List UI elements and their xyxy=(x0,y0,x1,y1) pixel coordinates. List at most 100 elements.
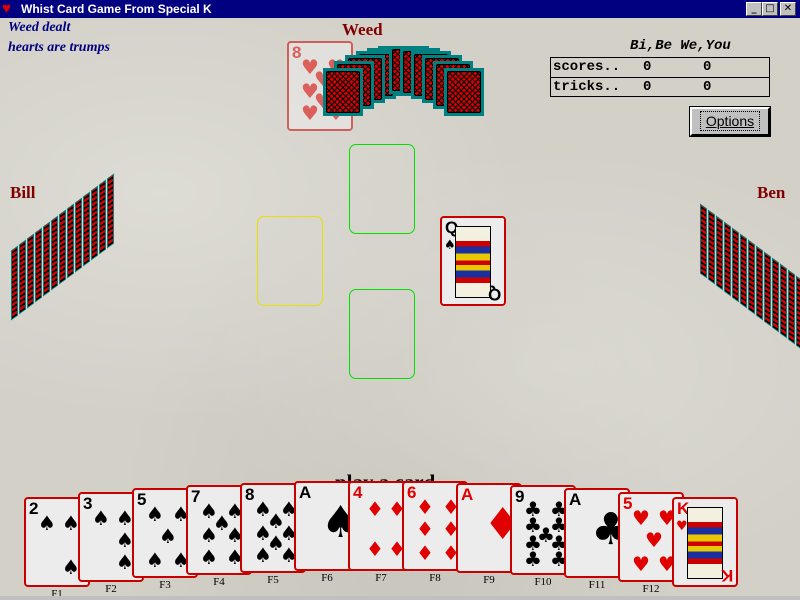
scores-row: scores.. 0 0 xyxy=(551,58,769,77)
scores-them: 0 xyxy=(643,59,652,75)
card-back xyxy=(83,191,90,267)
card-pips: ♠ ♠ ♠ ♠ ♠ xyxy=(144,498,190,570)
suit-icon: ♦ xyxy=(416,517,434,541)
card-pips: ♥ ♥ ♥ ♥ ♥ xyxy=(630,502,676,574)
maximize-button[interactable]: □ xyxy=(762,2,778,16)
suit-icon: ♠ xyxy=(146,548,164,572)
card-back xyxy=(51,215,58,291)
card-back-pattern xyxy=(447,71,481,113)
card-back-pattern xyxy=(717,217,722,289)
function-key-label: F8 xyxy=(429,572,441,584)
card-pips: ♦ ♦ ♦ ♦ xyxy=(360,491,406,563)
card-pips: ♦ xyxy=(468,493,520,565)
card-back xyxy=(788,269,795,345)
scores-us: 0 xyxy=(703,59,712,75)
card-back xyxy=(91,185,98,261)
card-back xyxy=(772,257,779,333)
function-key-label: F2 xyxy=(105,583,117,595)
card-back-pattern xyxy=(76,199,81,271)
face-card-art xyxy=(687,507,723,579)
card-back xyxy=(740,233,747,309)
card-back-pattern xyxy=(84,193,89,265)
card-back-pattern xyxy=(92,187,97,259)
card-back xyxy=(75,197,82,273)
card-back-pattern xyxy=(36,229,41,301)
tricks-row: tricks.. 0 0 xyxy=(551,77,769,97)
card-back-pattern xyxy=(781,265,786,337)
card-back-pattern xyxy=(741,235,746,307)
card-back xyxy=(11,245,18,321)
hand-card[interactable]: K ♥ K xyxy=(672,497,738,587)
trick-slot-south[interactable] xyxy=(349,289,415,379)
suit-icon: ♣ xyxy=(524,547,542,571)
heart-icon[interactable]: ♥ xyxy=(2,0,11,17)
card-back-pattern xyxy=(60,211,65,283)
suit-icon: ♥ xyxy=(676,519,688,534)
suit-icon: ♥ xyxy=(632,552,650,576)
card-back xyxy=(43,221,50,297)
card-back xyxy=(27,233,34,309)
card-back-pattern xyxy=(733,229,738,301)
trumps-status: hearts are trumps xyxy=(8,40,110,55)
card-pips: ♠ ♠ ♠ xyxy=(36,507,82,579)
suit-icon: ♠ xyxy=(38,511,56,535)
card-back xyxy=(67,203,74,279)
player-name-east: Ben xyxy=(757,183,786,202)
suit-icon: ♥ xyxy=(632,506,650,530)
suit-icon: ♠ xyxy=(200,545,218,569)
card-back xyxy=(700,203,707,279)
card-back-pattern xyxy=(789,271,794,343)
suit-icon: ♦ xyxy=(416,495,434,519)
player-name-west: Bill xyxy=(10,183,36,202)
suit-icon: ♠ xyxy=(444,238,456,253)
minimize-button[interactable]: _ xyxy=(746,2,762,16)
suit-icon: ♥ xyxy=(645,528,663,552)
function-key-label: F12 xyxy=(642,583,660,595)
function-key-label: F4 xyxy=(213,576,225,588)
team-header: Bi,Be We,You xyxy=(630,38,731,54)
dealer-status: Weed dealt xyxy=(8,20,71,35)
card-back-pattern xyxy=(326,71,360,113)
card-pips: ♣ xyxy=(576,498,628,570)
function-key-label: F10 xyxy=(534,576,552,588)
window-bottom-edge xyxy=(0,596,800,600)
suit-icon: ♠ xyxy=(92,506,110,530)
card-back-pattern xyxy=(765,253,770,325)
title-bar: ♥ Whist Card Game From Special K _ □ ✕ xyxy=(0,0,800,18)
suit-icon: ♥ xyxy=(301,101,319,125)
card-pips: ♠ xyxy=(306,491,358,563)
scores-label: scores.. xyxy=(553,59,621,75)
card-rank-bottom: Q xyxy=(487,285,501,304)
suit-icon: ♦ xyxy=(366,497,384,521)
close-button[interactable]: ✕ xyxy=(780,2,796,16)
scoreboard: scores.. 0 0 tricks.. 0 0 xyxy=(550,57,770,97)
card-back xyxy=(444,68,484,116)
function-key-label: F5 xyxy=(267,574,279,586)
card-back-pattern xyxy=(757,247,762,319)
card-pips: ♠ ♠ ♠ ♠ ♠ ♠ ♠ xyxy=(198,495,244,567)
suit-icon: ♦ xyxy=(366,537,384,561)
tricks-us: 0 xyxy=(703,79,712,95)
card-back-pattern xyxy=(701,205,706,277)
options-button[interactable]: Options xyxy=(689,106,771,137)
function-key-label: F6 xyxy=(321,572,333,584)
card-back-pattern xyxy=(12,247,17,319)
card-back-pattern xyxy=(20,241,25,313)
card-pips: ♠ ♠ ♠ ♠ xyxy=(90,502,136,574)
card-back xyxy=(780,263,787,339)
card-back xyxy=(748,239,755,315)
trick-card-east: Q ♠ Q xyxy=(440,216,506,306)
options-label: Options xyxy=(699,111,761,131)
card-back xyxy=(708,209,715,285)
card-back-pattern xyxy=(68,205,73,277)
card-back-pattern xyxy=(52,217,57,289)
card-pips: ♣ ♣ ♣ ♣ ♣ ♣ ♣ ♣ ♣ xyxy=(522,495,568,571)
card-back xyxy=(796,275,800,351)
card-back xyxy=(764,251,771,327)
card-back xyxy=(35,227,42,303)
trick-slot-north xyxy=(349,144,415,234)
card-back xyxy=(732,227,739,303)
card-back xyxy=(107,173,114,249)
suit-icon: ♠ xyxy=(159,524,177,548)
function-key-label: F3 xyxy=(159,579,171,591)
